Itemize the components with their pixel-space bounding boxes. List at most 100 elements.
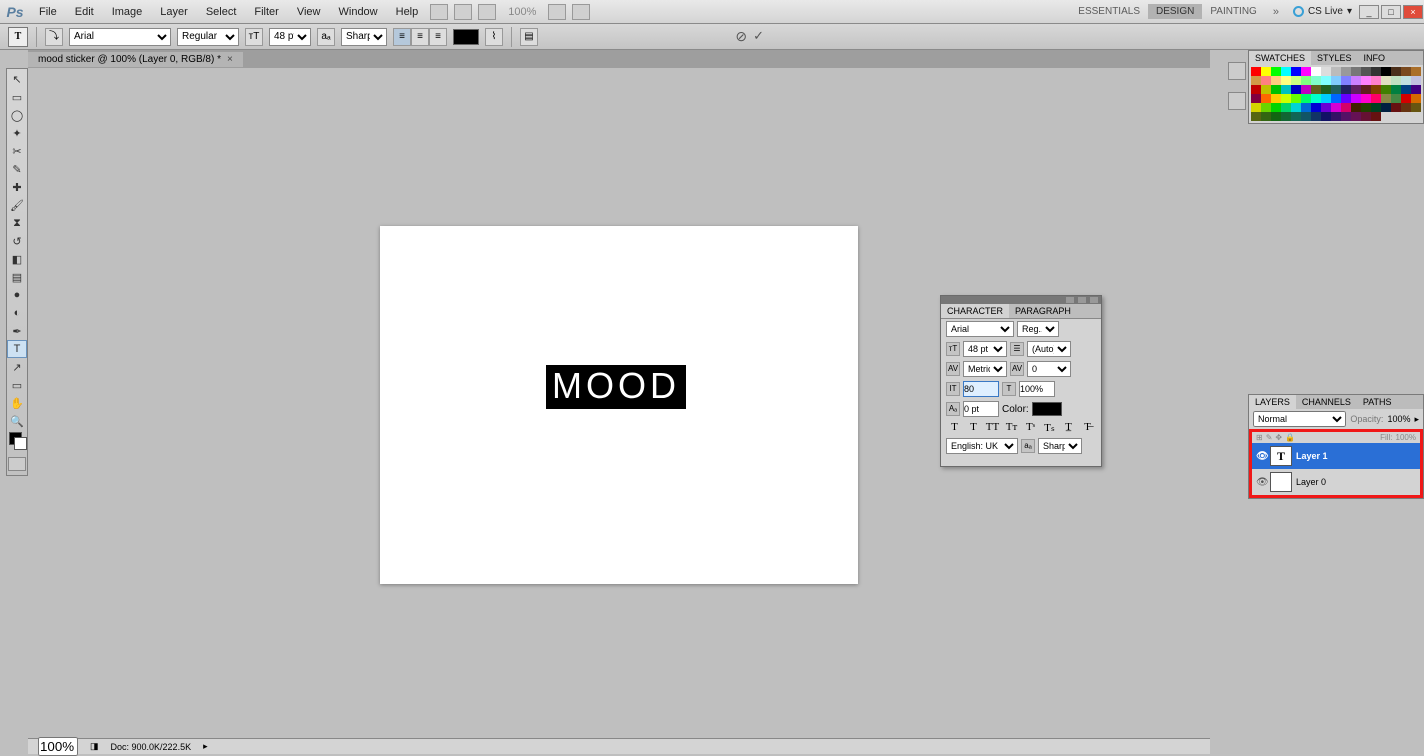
tab-channels[interactable]: CHANNELS bbox=[1296, 395, 1357, 409]
status-menu-icon[interactable]: ▸ bbox=[203, 741, 208, 752]
mini-bridge-icon[interactable] bbox=[1228, 62, 1246, 80]
move-tool[interactable]: ↖ bbox=[7, 70, 27, 88]
font-size-select[interactable]: 48 pt bbox=[269, 28, 311, 46]
char-tracking-select[interactable]: 0 bbox=[1027, 361, 1071, 377]
swatch[interactable] bbox=[1301, 94, 1311, 103]
swatch[interactable] bbox=[1351, 112, 1361, 121]
swatch[interactable] bbox=[1401, 94, 1411, 103]
swatch[interactable] bbox=[1301, 103, 1311, 112]
swatch[interactable] bbox=[1371, 94, 1381, 103]
char-style-btn-6[interactable]: T̲ bbox=[1062, 421, 1076, 434]
tab-layers[interactable]: LAYERS bbox=[1249, 395, 1296, 409]
history-tool[interactable]: ↺ bbox=[7, 232, 27, 250]
char-style-btn-3[interactable]: Tᴛ bbox=[1005, 421, 1019, 434]
swatch[interactable] bbox=[1381, 67, 1391, 76]
char-panel-button[interactable]: ▤ bbox=[520, 28, 538, 46]
swatch[interactable] bbox=[1321, 67, 1331, 76]
menu-filter[interactable]: Filter bbox=[245, 6, 287, 18]
swatch[interactable] bbox=[1351, 76, 1361, 85]
swatch[interactable] bbox=[1281, 76, 1291, 85]
swatch[interactable] bbox=[1391, 103, 1401, 112]
tab-info[interactable]: INFO bbox=[1358, 51, 1392, 65]
swatch[interactable] bbox=[1311, 94, 1321, 103]
close-tab-icon[interactable]: × bbox=[227, 54, 233, 65]
type-tool[interactable]: T bbox=[7, 340, 27, 358]
swatch[interactable] bbox=[1301, 76, 1311, 85]
swatch[interactable] bbox=[1361, 112, 1371, 121]
swatch[interactable] bbox=[1411, 76, 1421, 85]
swatch[interactable] bbox=[1291, 103, 1301, 112]
char-vscale-input[interactable] bbox=[963, 381, 999, 397]
workspace-essentials[interactable]: ESSENTIALS bbox=[1070, 4, 1148, 19]
char-color-swatch[interactable] bbox=[1032, 402, 1062, 416]
tab-swatches[interactable]: SWATCHES bbox=[1249, 51, 1311, 65]
extras-icon[interactable] bbox=[572, 4, 590, 20]
swatch[interactable] bbox=[1361, 76, 1371, 85]
tab-styles[interactable]: STYLES bbox=[1311, 51, 1358, 65]
swatch[interactable] bbox=[1281, 94, 1291, 103]
blend-mode-select[interactable]: Normal bbox=[1253, 411, 1346, 427]
swatch[interactable] bbox=[1381, 103, 1391, 112]
close-button[interactable]: × bbox=[1403, 5, 1423, 19]
pen-tool[interactable]: ✒ bbox=[7, 322, 27, 340]
swatch[interactable] bbox=[1361, 85, 1371, 94]
cslive-button[interactable]: CS Live▾ bbox=[1287, 6, 1358, 17]
swatch[interactable] bbox=[1271, 112, 1281, 121]
align-right-button[interactable]: ≡ bbox=[429, 28, 447, 46]
char-language-select[interactable]: English: UK bbox=[946, 438, 1018, 454]
workspace-painting[interactable]: PAINTING bbox=[1202, 4, 1264, 19]
stamp-tool[interactable]: ⧗ bbox=[7, 214, 27, 232]
menu-file[interactable]: File bbox=[30, 6, 66, 18]
swatch[interactable] bbox=[1401, 67, 1411, 76]
shape-tool[interactable]: ▭ bbox=[7, 376, 27, 394]
eraser-tool[interactable]: ◧ bbox=[7, 250, 27, 268]
panel-titlebar[interactable] bbox=[941, 296, 1101, 304]
char-font-select[interactable]: Arial bbox=[946, 321, 1014, 337]
swatch[interactable] bbox=[1371, 76, 1381, 85]
swatch[interactable] bbox=[1331, 103, 1341, 112]
layer-row[interactable]: 👁TLayer 1 bbox=[1252, 443, 1420, 469]
bg-color[interactable] bbox=[14, 437, 27, 450]
swatch[interactable] bbox=[1251, 85, 1261, 94]
lasso-tool[interactable]: ◯ bbox=[7, 106, 27, 124]
char-kerning-select[interactable]: Metrics bbox=[963, 361, 1007, 377]
swatch[interactable] bbox=[1411, 94, 1421, 103]
menu-view[interactable]: View bbox=[288, 6, 330, 18]
swatch[interactable] bbox=[1391, 94, 1401, 103]
menu-image[interactable]: Image bbox=[103, 6, 152, 18]
swatch[interactable] bbox=[1381, 85, 1391, 94]
zoom-tool[interactable]: 🔍 bbox=[7, 412, 27, 430]
swatch[interactable] bbox=[1321, 94, 1331, 103]
swatch[interactable] bbox=[1271, 103, 1281, 112]
warp-text-button[interactable]: ⌇ bbox=[485, 28, 503, 46]
tab-paragraph[interactable]: PARAGRAPH bbox=[1009, 304, 1077, 318]
swatch[interactable] bbox=[1281, 112, 1291, 121]
swatch[interactable] bbox=[1381, 76, 1391, 85]
swatch[interactable] bbox=[1301, 112, 1311, 121]
mb-icon[interactable] bbox=[454, 4, 472, 20]
font-family-select[interactable]: Arial bbox=[69, 28, 171, 46]
swatch[interactable] bbox=[1271, 94, 1281, 103]
swatch[interactable] bbox=[1331, 76, 1341, 85]
swatch[interactable] bbox=[1311, 112, 1321, 121]
swatch[interactable] bbox=[1321, 103, 1331, 112]
swatch[interactable] bbox=[1321, 85, 1331, 94]
swatch[interactable] bbox=[1361, 94, 1371, 103]
swatch[interactable] bbox=[1341, 103, 1351, 112]
gradient-tool[interactable]: ▤ bbox=[7, 268, 27, 286]
canvas[interactable]: MOOD bbox=[380, 226, 858, 584]
dodge-tool[interactable]: ◐ bbox=[7, 304, 27, 322]
text-color-swatch[interactable] bbox=[453, 29, 479, 45]
antialias-select[interactable]: Sharp bbox=[341, 28, 387, 46]
fill-value[interactable]: 100% bbox=[1396, 433, 1416, 442]
tool-preset-icon[interactable]: T bbox=[8, 27, 28, 47]
menu-window[interactable]: Window bbox=[330, 6, 387, 18]
swatch[interactable] bbox=[1311, 76, 1321, 85]
swatch[interactable] bbox=[1371, 85, 1381, 94]
path-tool[interactable]: ↗ bbox=[7, 358, 27, 376]
swatch[interactable] bbox=[1291, 112, 1301, 121]
swatch[interactable] bbox=[1301, 85, 1311, 94]
swatch[interactable] bbox=[1301, 67, 1311, 76]
swatch[interactable] bbox=[1281, 103, 1291, 112]
char-style-btn-5[interactable]: Tₛ bbox=[1043, 421, 1057, 434]
